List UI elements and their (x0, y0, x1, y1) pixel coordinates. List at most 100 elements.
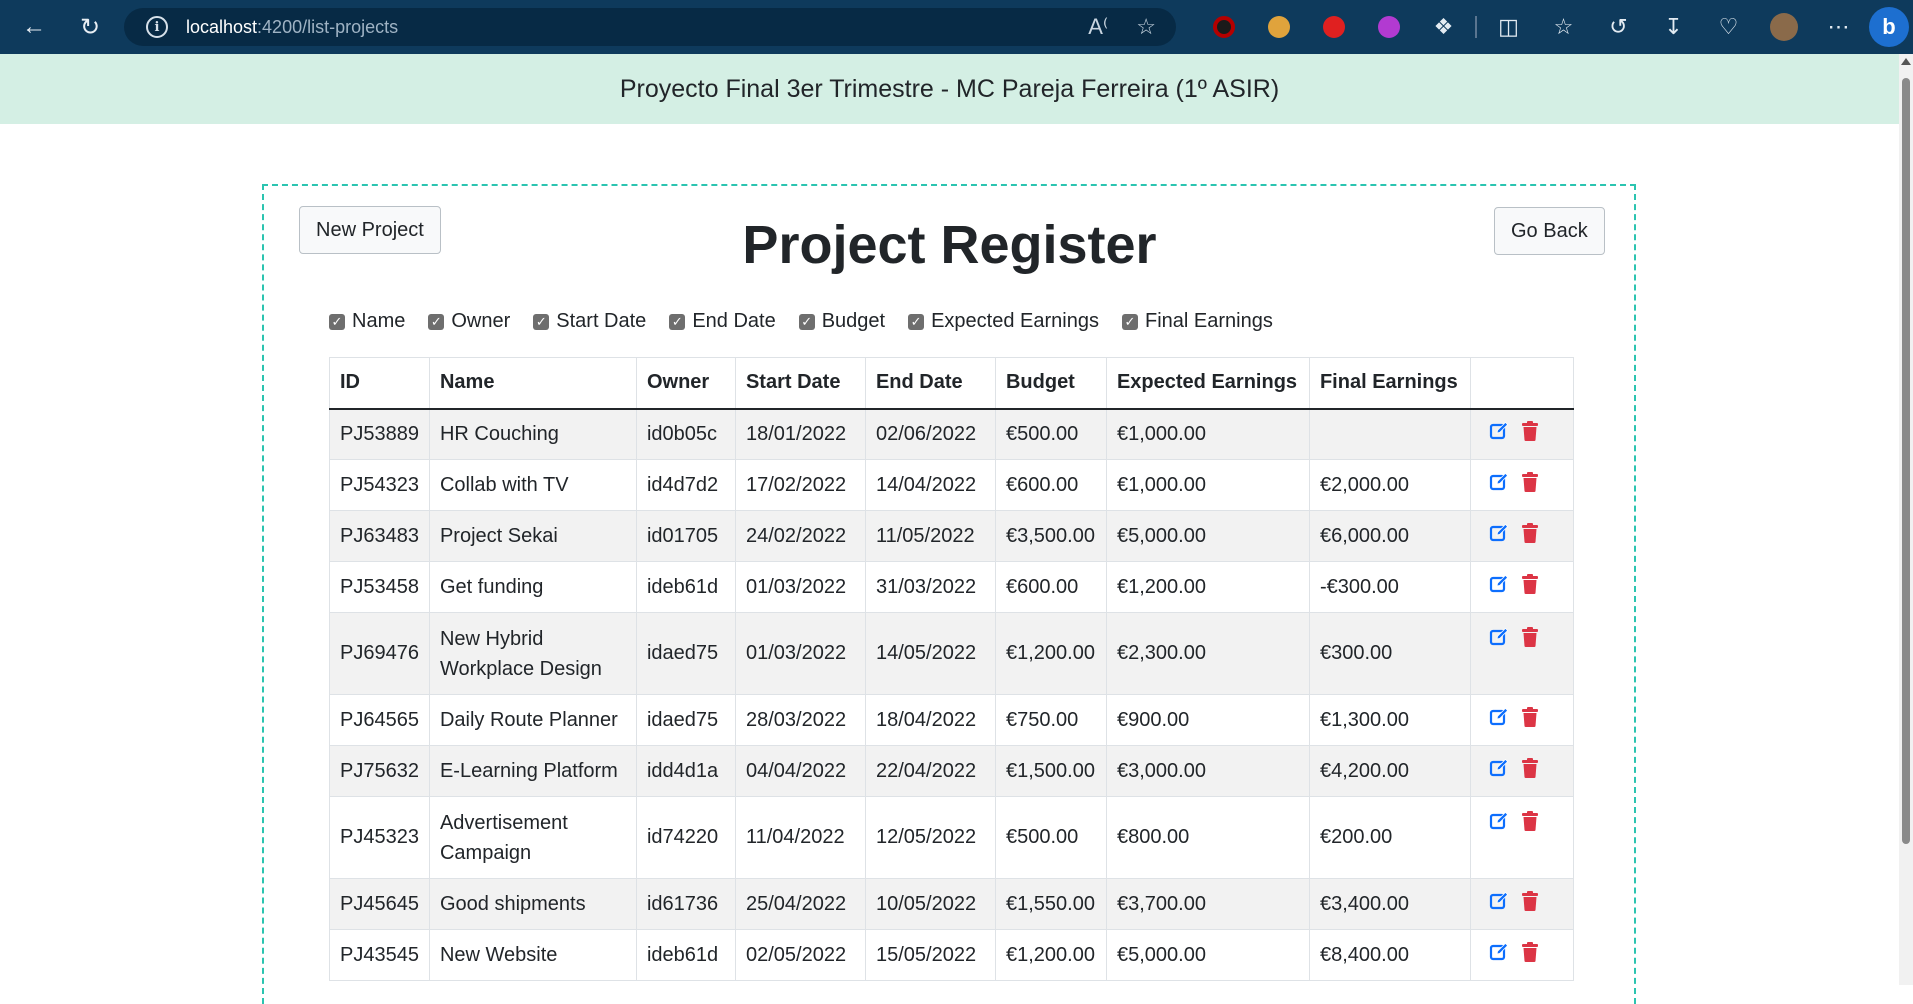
column-header-final-earnings: Final Earnings (1308, 357, 1471, 410)
cell-budget: €1,550.00 (994, 878, 1107, 930)
puzzle-icon[interactable]: ❖ (1416, 0, 1471, 54)
more-options-icon[interactable]: ⋯ (1811, 0, 1866, 54)
cell-expected-earnings: €2,300.00 (1105, 612, 1310, 695)
split-screen-icon[interactable]: ◫ (1481, 0, 1536, 54)
checkbox-checked-icon[interactable]: ✓ (669, 313, 686, 330)
scroll-up-arrow-icon[interactable] (1901, 58, 1911, 65)
site-info-icon[interactable]: i (146, 16, 168, 38)
cell-actions (1469, 561, 1574, 613)
filter-owner[interactable]: ✓ Owner (428, 310, 510, 333)
edit-icon[interactable] (1489, 891, 1509, 917)
cell-owner: id61736 (635, 878, 736, 930)
cell-final-earnings: €4,200.00 (1308, 745, 1471, 797)
edit-icon[interactable] (1489, 811, 1509, 837)
refresh-icon[interactable]: ↻ (72, 9, 108, 45)
filter-name[interactable]: ✓ Name (329, 310, 405, 333)
history-icon[interactable]: ↺ (1591, 0, 1646, 54)
cell-expected-earnings: €900.00 (1105, 694, 1310, 746)
column-header-id: ID (329, 357, 430, 410)
address-bar[interactable]: i localhost:4200/list-projects A⁽ ☆ (124, 8, 1176, 46)
app-header: Proyecto Final 3er Trimestre - MC Pareja… (0, 54, 1899, 124)
cell-id: PJ64565 (329, 694, 430, 746)
cell-owner: ideb61d (635, 929, 736, 981)
page-scrollbar[interactable] (1899, 54, 1913, 985)
cell-id: PJ45645 (329, 878, 430, 930)
edit-icon[interactable] (1489, 574, 1509, 600)
edit-icon[interactable] (1489, 707, 1509, 733)
extension-icon[interactable] (1361, 0, 1416, 54)
cell-owner: idd4d1a (635, 745, 736, 797)
trash-icon[interactable] (1521, 421, 1539, 447)
checkbox-checked-icon[interactable]: ✓ (533, 313, 550, 330)
filter-start-date[interactable]: ✓ Start Date (533, 310, 646, 333)
cell-end-date: 10/05/2022 (864, 878, 996, 930)
trash-icon[interactable] (1521, 891, 1539, 917)
download-icon[interactable]: ↧ (1646, 0, 1701, 54)
cell-expected-earnings: €3,000.00 (1105, 745, 1310, 797)
favorites-icon[interactable]: ☆ (1536, 0, 1591, 54)
cell-end-date: 14/04/2022 (864, 459, 996, 511)
edit-icon[interactable] (1489, 523, 1509, 549)
filter-final-earnings[interactable]: ✓ Final Earnings (1121, 310, 1273, 333)
trash-icon[interactable] (1521, 758, 1539, 784)
cell-owner: id4d7d2 (635, 459, 736, 511)
checkbox-checked-icon[interactable]: ✓ (428, 313, 445, 330)
filter-end-date[interactable]: ✓ End Date (669, 310, 776, 333)
cell-end-date: 31/03/2022 (864, 561, 996, 613)
trash-icon[interactable] (1521, 707, 1539, 733)
cell-actions (1469, 745, 1574, 797)
cell-owner: id74220 (635, 796, 736, 879)
table-row: PJ63483 Project Sekai id01705 24/02/2022 11/… (329, 510, 1574, 562)
url-text[interactable]: localhost:4200/list-projects (186, 17, 398, 38)
cell-budget: €1,200.00 (994, 929, 1107, 981)
cell-actions (1469, 612, 1574, 695)
checkbox-checked-icon[interactable]: ✓ (798, 313, 815, 330)
cell-id: PJ54323 (329, 459, 430, 511)
trash-icon[interactable] (1521, 472, 1539, 498)
column-header-name: Name (428, 357, 637, 410)
extension-icon[interactable] (1306, 0, 1361, 54)
filter-budget[interactable]: ✓ Budget (798, 310, 885, 333)
checkbox-checked-icon[interactable]: ✓ (908, 313, 925, 330)
edit-icon[interactable] (1489, 421, 1509, 447)
cell-actions (1469, 408, 1574, 460)
trash-icon[interactable] (1521, 811, 1539, 837)
health-icon[interactable]: ♡ (1701, 0, 1756, 54)
edit-icon[interactable] (1489, 472, 1509, 498)
cell-budget: €1,200.00 (994, 612, 1107, 695)
read-aloud-icon[interactable]: A⁽ (1088, 14, 1108, 40)
trash-icon[interactable] (1521, 523, 1539, 549)
favorite-star-icon[interactable]: ☆ (1136, 14, 1156, 40)
cell-id: PJ53458 (329, 561, 430, 613)
page-title: Project Register (742, 215, 1157, 275)
cell-name: New Website (428, 929, 637, 981)
extension-icon[interactable] (1251, 0, 1306, 54)
column-header-end-date: End Date (864, 357, 996, 410)
edit-icon[interactable] (1489, 627, 1509, 653)
trash-icon[interactable] (1521, 627, 1539, 653)
cell-end-date: 02/06/2022 (864, 408, 996, 460)
back-arrow-icon[interactable]: ← (16, 9, 52, 45)
cell-expected-earnings: €1,200.00 (1105, 561, 1310, 613)
copilot-icon[interactable]: b (1869, 7, 1909, 47)
extension-icon[interactable] (1196, 0, 1251, 54)
avatar[interactable] (1756, 0, 1811, 54)
cell-id: PJ43545 (329, 929, 430, 981)
cell-id: PJ69476 (329, 612, 430, 695)
filter-expected-earnings[interactable]: ✓ Expected Earnings (908, 310, 1099, 333)
cell-start-date: 17/02/2022 (734, 459, 866, 511)
scrollbar-thumb[interactable] (1902, 78, 1910, 844)
table-row: PJ69476 New Hybrid Workplace Design idaed7… (329, 612, 1574, 695)
cell-budget: €500.00 (994, 408, 1107, 460)
table-row: PJ45645 Good shipments id61736 25/04/2022 10… (329, 878, 1574, 930)
table-row: PJ64565 Daily Route Planner idaed75 28/03/2… (329, 694, 1574, 746)
checkbox-checked-icon[interactable]: ✓ (1121, 313, 1138, 330)
edit-icon[interactable] (1489, 942, 1509, 968)
trash-icon[interactable] (1521, 574, 1539, 600)
table-row: PJ53889 HR Couching id0b05c 18/01/2022 02/06… (329, 408, 1574, 460)
cell-actions (1469, 796, 1574, 879)
table-header-row: ID Name Owner Start Date End Date Budget… (329, 357, 1574, 410)
checkbox-checked-icon[interactable]: ✓ (329, 313, 345, 330)
trash-icon[interactable] (1521, 942, 1539, 968)
edit-icon[interactable] (1489, 758, 1509, 784)
